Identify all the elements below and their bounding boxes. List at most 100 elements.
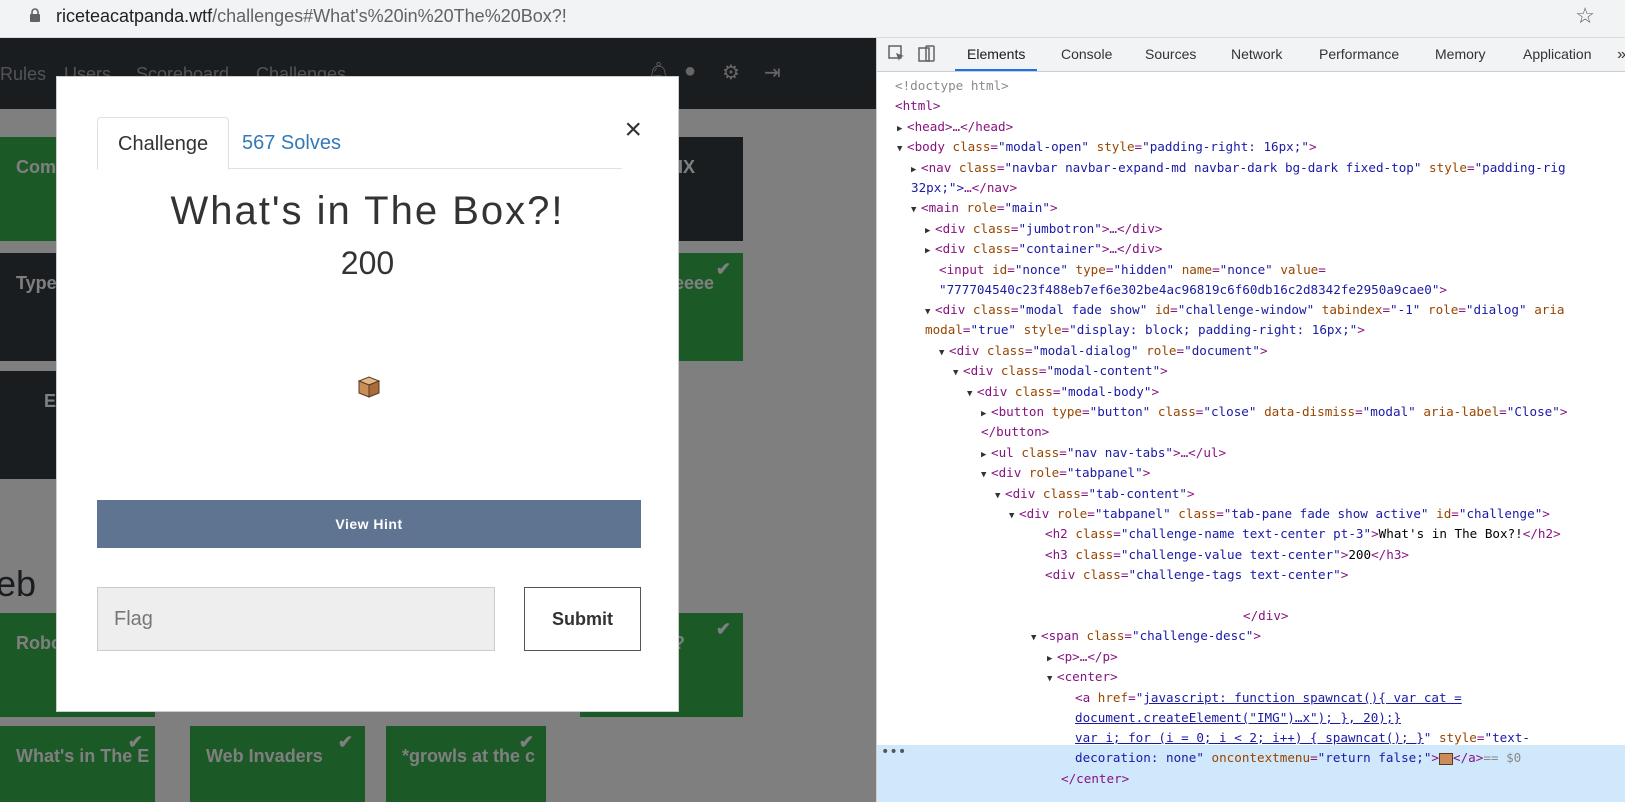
dom-line[interactable]: <input id="nonce" type="hidden" name="no… bbox=[939, 260, 1326, 280]
tab-console[interactable]: Console bbox=[1049, 38, 1124, 71]
bookmark-star-icon[interactable]: ☆ bbox=[1575, 4, 1595, 28]
dom-line[interactable]: ▶ <nav class="navbar navbar-expand-md nav… bbox=[911, 158, 1566, 178]
dom-line[interactable]: </div> bbox=[1243, 606, 1289, 626]
dom-value: "modal-dialog" bbox=[1032, 343, 1139, 358]
dom-collapsed: …</p> bbox=[1079, 649, 1118, 664]
expand-arrow-icon[interactable]: ▶ bbox=[925, 221, 935, 241]
dom-value: "modal-body" bbox=[1060, 384, 1152, 399]
submit-button[interactable]: Submit bbox=[524, 587, 641, 651]
dom-line[interactable]: </center> bbox=[1061, 769, 1129, 789]
dom-value: "modal fade show" bbox=[1018, 302, 1148, 317]
tab-application[interactable]: Application bbox=[1511, 38, 1604, 71]
collapse-arrow-icon[interactable]: ▼ bbox=[925, 302, 935, 322]
flag-input[interactable] bbox=[97, 587, 495, 651]
expand-arrow-icon[interactable]: ▶ bbox=[897, 119, 907, 139]
dom-line[interactable]: <h3 class="challenge-value text-center">… bbox=[1045, 545, 1409, 565]
dom-line[interactable]: ▼ <div class="modal fade show" id="challe… bbox=[925, 300, 1565, 320]
dom-line[interactable]: 32px;">…</nav> bbox=[911, 178, 1017, 198]
collapse-arrow-icon[interactable]: ▼ bbox=[939, 343, 949, 363]
dom-line[interactable]: ▼ <div role="tabpanel" class="tab-pane fa… bbox=[1009, 504, 1550, 524]
inspect-element-icon[interactable] bbox=[887, 44, 907, 64]
dom-line[interactable]: ▼ <center> bbox=[1047, 667, 1118, 687]
dom-line[interactable]: ▼ <div class="modal-body"> bbox=[967, 382, 1159, 402]
tab-memory[interactable]: Memory bbox=[1423, 38, 1498, 71]
dom-line-selected[interactable]: decoration: none" oncontextmenu="return … bbox=[1075, 748, 1521, 768]
dom-attr: oncontextmenu bbox=[1211, 750, 1311, 765]
tab-sources[interactable]: Sources bbox=[1133, 38, 1208, 71]
tab-solves[interactable]: 567 Solves bbox=[222, 117, 361, 169]
dom-value: "navbar navbar-expand-md navbar-dark bg-… bbox=[1004, 160, 1422, 175]
dom-value: "challenge" bbox=[1458, 506, 1543, 521]
collapse-arrow-icon[interactable]: ▼ bbox=[967, 384, 977, 404]
dom-attr: style bbox=[1429, 160, 1467, 175]
dom-line[interactable]: ▶ <div class="jumbotron">…</div> bbox=[925, 219, 1163, 239]
dom-line[interactable]: ▼ <body class="modal-open" style="padding… bbox=[897, 137, 1317, 157]
dom-line[interactable]: ▼ <div class="tab-content"> bbox=[995, 484, 1195, 504]
box-icon[interactable] bbox=[356, 375, 382, 399]
dom-link[interactable]: var i; for (i = 0; i < 2; i++) { spawnca… bbox=[1075, 730, 1424, 745]
dom-line[interactable]: ▶ <p>…</p> bbox=[1047, 647, 1118, 667]
tab-network[interactable]: Network bbox=[1219, 38, 1294, 71]
dom-line[interactable]: <h2 class="challenge-name text-center pt… bbox=[1045, 524, 1561, 544]
dom-line[interactable]: <html> bbox=[895, 96, 941, 116]
dom-link[interactable]: javascript: function spawncat(){ var cat… bbox=[1143, 690, 1461, 705]
more-tabs-icon[interactable]: » bbox=[1617, 46, 1625, 64]
tab-elements[interactable]: Elements bbox=[955, 38, 1038, 71]
dom-link[interactable]: document.createElement("IMG")…x"); }, 20… bbox=[1075, 710, 1401, 725]
dom-value: "main" bbox=[1004, 200, 1050, 215]
dom-line[interactable]: ▼ <span class="challenge-desc"> bbox=[1031, 626, 1261, 646]
dom-value: "challenge-name text-center pt-3" bbox=[1120, 526, 1372, 541]
dom-line[interactable]: <div class="challenge-tags text-center"> bbox=[1045, 565, 1348, 585]
dom-value: "challenge-tags text-center" bbox=[1128, 567, 1341, 582]
node-actions-icon[interactable]: ••• bbox=[881, 744, 906, 760]
dom-line-selected[interactable]: <a href="javascript: function spawncat()… bbox=[1075, 688, 1462, 708]
dom-line-selected[interactable]: var i; for (i = 0; i < 2; i++) { spawnca… bbox=[1075, 728, 1530, 748]
collapse-arrow-icon[interactable]: ▼ bbox=[1031, 628, 1041, 648]
dom-value: "777704540c23f488eb7ef6e302be4ac96819c6f… bbox=[939, 282, 1440, 297]
dom-value: "dialog" bbox=[1465, 302, 1527, 317]
expand-arrow-icon[interactable]: ▶ bbox=[981, 404, 991, 424]
dom-line[interactable]: ▶ <head>…</head> bbox=[897, 117, 1013, 137]
close-button[interactable]: × bbox=[624, 115, 642, 145]
dom-line[interactable]: <!doctype html> bbox=[895, 76, 1009, 96]
dom-value: "hidden" bbox=[1113, 262, 1175, 277]
view-hint-button[interactable]: View Hint bbox=[97, 500, 641, 548]
dom-line[interactable]: ▶ <div class="container">…</div> bbox=[925, 239, 1163, 259]
dom-text: 200 bbox=[1348, 547, 1372, 562]
collapse-arrow-icon[interactable]: ▼ bbox=[995, 486, 1005, 506]
dom-text: What's in The Box?! bbox=[1378, 526, 1523, 541]
dom-line[interactable]: "777704540c23f488eb7ef6e302be4ac96819c6f… bbox=[939, 280, 1447, 300]
dom-value: "modal" bbox=[1362, 404, 1416, 419]
device-toolbar-icon[interactable] bbox=[917, 44, 937, 64]
browser-address-bar[interactable]: riceteacatpanda.wtf/challenges#What's%20… bbox=[0, 0, 1625, 38]
dom-line[interactable]: modal="true" style="display: block; padd… bbox=[925, 320, 1365, 340]
tab-challenge[interactable]: Challenge bbox=[97, 117, 230, 170]
collapse-arrow-icon[interactable]: ▼ bbox=[981, 465, 991, 485]
dom-line[interactable]: ▶ <button type="button" class="close" dat… bbox=[981, 402, 1567, 422]
collapse-arrow-icon[interactable]: ▼ bbox=[911, 200, 921, 220]
dom-line[interactable]: ▼ <div class="modal-dialog" role="documen… bbox=[939, 341, 1268, 361]
collapse-arrow-icon[interactable]: ▼ bbox=[897, 139, 907, 159]
dom-line[interactable]: ▼ <div class="modal-content"> bbox=[953, 361, 1168, 381]
expand-arrow-icon[interactable]: ▶ bbox=[981, 445, 991, 465]
dom-line-selected[interactable]: document.createElement("IMG")…x"); }, 20… bbox=[1075, 708, 1401, 728]
dom-tag: <head> bbox=[907, 119, 953, 134]
collapse-arrow-icon[interactable]: ▼ bbox=[953, 363, 963, 383]
collapse-arrow-icon[interactable]: ▼ bbox=[1009, 506, 1019, 526]
dom-line[interactable]: </button> bbox=[981, 422, 1049, 442]
url-text[interactable]: riceteacatpanda.wtf/challenges#What's%20… bbox=[56, 5, 567, 27]
dom-value: "tabpanel" bbox=[1094, 506, 1171, 521]
expand-arrow-icon[interactable]: ▶ bbox=[1047, 649, 1057, 669]
dom-value: "display: block; padding-right: 16px;" bbox=[1069, 322, 1358, 337]
dom-line[interactable]: ▼ <main role="main"> bbox=[911, 198, 1058, 218]
collapse-arrow-icon[interactable]: ▼ bbox=[1047, 669, 1057, 689]
dom-line[interactable]: ▶ <ul class="nav nav-tabs">…</ul> bbox=[981, 443, 1226, 463]
dom-value: decoration: none" bbox=[1075, 750, 1204, 765]
expand-arrow-icon[interactable]: ▶ bbox=[911, 160, 921, 180]
dom-line[interactable]: ▼ <div role="tabpanel"> bbox=[981, 463, 1150, 483]
dom-attr: aria bbox=[1534, 302, 1565, 317]
tab-performance[interactable]: Performance bbox=[1307, 38, 1411, 71]
dom-value: "nonce" bbox=[1014, 262, 1068, 277]
dom-value: "tabpanel" bbox=[1066, 465, 1143, 480]
expand-arrow-icon[interactable]: ▶ bbox=[925, 241, 935, 261]
